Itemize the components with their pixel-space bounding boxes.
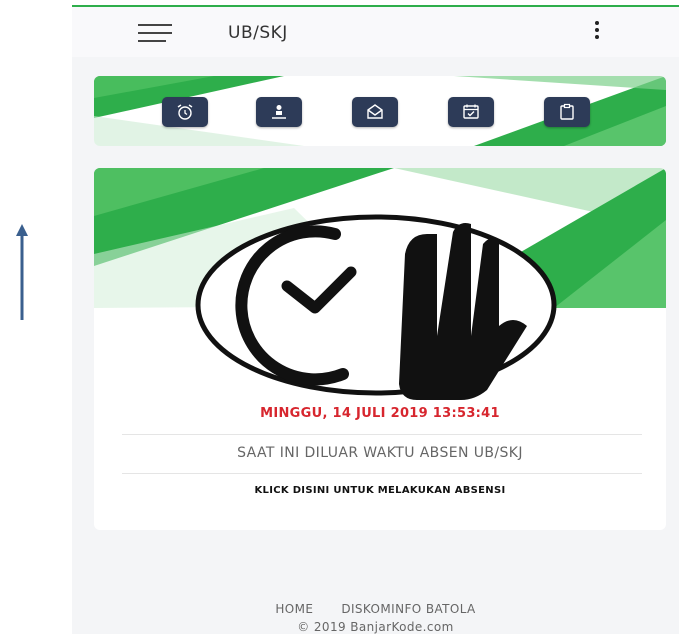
clipboard-icon xyxy=(560,103,574,120)
footer-links: HOME DISKOMINFO BATOLA xyxy=(72,602,679,616)
attendance-card: MINGGU, 14 JULI 2019 13:53:41 SAAT INI D… xyxy=(94,168,666,530)
attendance-link[interactable]: KLICK DISINI UNTUK MELAKUKAN ABSENSI xyxy=(94,485,666,496)
divider xyxy=(122,473,642,474)
clipboard-button[interactable] xyxy=(544,97,590,127)
calendar-check-icon xyxy=(463,104,479,119)
alarm-clock-button[interactable] xyxy=(162,97,208,127)
mail-open-button[interactable] xyxy=(352,97,398,127)
divider xyxy=(122,434,642,435)
person-upload-button[interactable] xyxy=(256,97,302,127)
app-screen: UB/SKJ MINGGU, 14 JULI 2019 13:53:41 SAA… xyxy=(72,5,679,634)
footer-link-home[interactable]: HOME xyxy=(275,602,313,616)
quick-menu-banner xyxy=(94,76,666,146)
footer-link-diskominfo[interactable]: DISKOMINFO BATOLA xyxy=(341,602,475,616)
mail-open-icon xyxy=(367,104,383,119)
alarm-clock-icon xyxy=(177,104,193,120)
attendance-status: SAAT INI DILUAR WAKTU ABSEN UB/SKJ xyxy=(237,445,523,461)
hamburger-menu-icon[interactable] xyxy=(138,24,172,46)
more-vertical-icon[interactable] xyxy=(590,21,604,43)
app-title: UB/SKJ xyxy=(228,23,288,43)
app-bar: UB/SKJ xyxy=(72,7,679,57)
current-date-time: MINGGU, 14 JULI 2019 13:53:41 xyxy=(260,406,500,421)
clock-hand-attendance-icon xyxy=(195,214,557,400)
person-upload-icon xyxy=(272,105,286,119)
copyright: © 2019 BanjarKode.com xyxy=(297,620,454,634)
calendar-check-button[interactable] xyxy=(448,97,494,127)
scroll-up-arrow-icon xyxy=(16,224,28,320)
